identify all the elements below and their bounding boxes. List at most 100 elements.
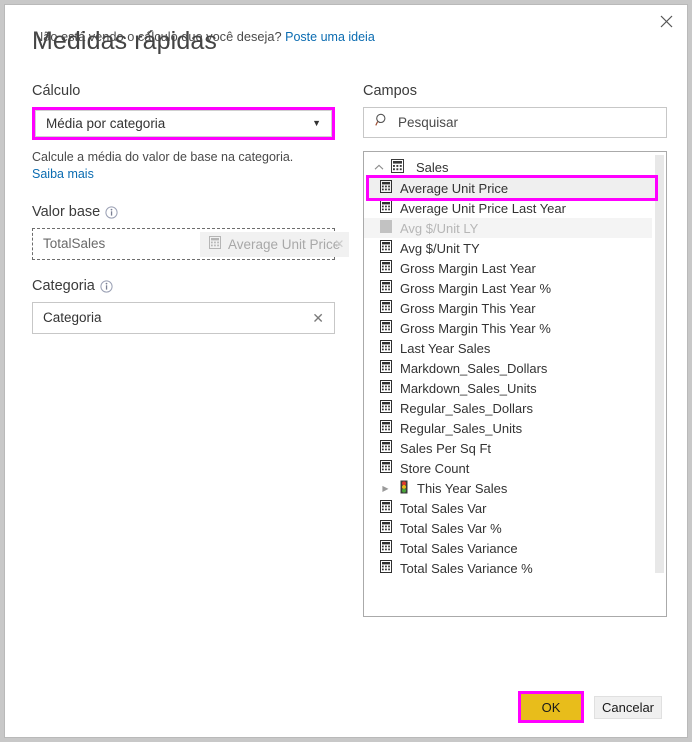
field-row[interactable]: Markdown_Sales_Units — [372, 378, 652, 398]
close-icon[interactable] — [645, 5, 687, 37]
measure-glyph — [380, 200, 392, 213]
category-label: Categoria — [32, 278, 335, 294]
field-row[interactable]: Gross Margin Last Year — [372, 258, 652, 278]
close-glyph — [660, 15, 672, 27]
field-label: Total Sales Variance % — [400, 560, 533, 576]
field-row[interactable]: Total Sales Var — [372, 498, 652, 518]
field-label: Avg $/Unit TY — [400, 240, 480, 256]
field-row[interactable]: Total Sales Variance — [372, 538, 652, 558]
field-row[interactable]: Markdown_Sales_Dollars — [372, 358, 652, 378]
measure-icon — [380, 400, 392, 416]
measure-glyph — [380, 460, 392, 473]
field-label: Total Sales Var — [400, 500, 487, 516]
field-label: Total Sales Var % — [400, 520, 502, 536]
field-row[interactable]: ▶ This Year Sales — [372, 478, 652, 498]
measure-glyph — [380, 540, 392, 553]
field-row[interactable]: Average Unit Price — [366, 175, 658, 201]
field-label: Total Sales Variance — [400, 540, 518, 556]
calculation-description-text: Calcule a média do valor de base na cate… — [32, 150, 294, 164]
measure-glyph — [380, 300, 392, 313]
measure-glyph — [380, 260, 392, 273]
field-label: Regular_Sales_Units — [400, 420, 523, 436]
field-rows-container: Average Unit Price Average Unit Price Las… — [364, 175, 666, 578]
search-input[interactable] — [398, 115, 655, 130]
field-row[interactable]: Avg $/Unit LY — [364, 218, 652, 238]
field-row[interactable]: Last Year Sales — [372, 338, 652, 358]
fields-panel-wrapper: Campos Pesquisar Sales Average Unit Pric… — [363, 83, 667, 617]
left-panel: Cálculo Média por categoria ▼ Calcule a … — [32, 83, 350, 334]
field-row[interactable]: Average Unit Price Last Year — [372, 198, 652, 218]
base-value-label: Valor base — [32, 204, 335, 220]
table-group-sales[interactable]: Sales — [364, 156, 666, 178]
info-icon[interactable] — [105, 206, 118, 219]
field-row[interactable]: Gross Margin This Year — [372, 298, 652, 318]
measure-icon — [380, 500, 392, 516]
calculation-dropdown[interactable]: Média por categoria ▼ — [35, 110, 332, 137]
learn-more-link[interactable]: Saiba mais — [32, 167, 94, 181]
measure-glyph — [380, 420, 392, 433]
measure-icon — [380, 280, 392, 296]
measure-glyph — [380, 520, 392, 533]
measure-icon — [380, 240, 392, 256]
base-value-dropzone[interactable]: TotalSales Average Unit Price ✕ — [32, 227, 350, 260]
kpi-icon — [399, 480, 409, 497]
info-glyph — [100, 280, 113, 293]
info-icon[interactable] — [100, 280, 113, 293]
measure-glyph — [380, 380, 392, 393]
table-group-label: Sales — [416, 159, 449, 175]
field-label: Store Count — [400, 460, 470, 476]
quick-measures-dialog: Medidas rápidas Cálculo Média por catego… — [4, 4, 688, 738]
measure-icon — [380, 540, 392, 556]
chevron-right-icon[interactable]: ▶ — [380, 484, 391, 493]
measure-glyph — [380, 320, 392, 333]
search-box[interactable] — [363, 107, 667, 138]
field-row[interactable]: Total Sales Variance % — [372, 558, 652, 578]
field-label: This Year Sales — [417, 480, 508, 496]
clear-icon[interactable]: ✕ — [312, 311, 324, 325]
fields-label: Campos — [363, 83, 667, 99]
field-label: Gross Margin This Year % — [400, 320, 551, 336]
field-label: Gross Margin Last Year — [400, 260, 536, 276]
ok-button-highlight: OK — [518, 691, 584, 723]
measure-glyph — [380, 440, 392, 453]
field-row[interactable]: Gross Margin Last Year % — [372, 278, 652, 298]
field-label: Markdown_Sales_Units — [400, 380, 537, 396]
calculation-description: Calcule a média do valor de base na cate… — [32, 149, 335, 184]
table-glyph — [391, 158, 404, 173]
fields-label-text: Campos — [363, 83, 417, 99]
measure-icon — [380, 200, 392, 216]
field-label: Gross Margin This Year — [400, 300, 536, 316]
post-idea-link[interactable]: Poste uma ideia — [285, 30, 375, 44]
drag-ghost-average-unit-price: Average Unit Price ✕ — [200, 231, 350, 257]
field-row[interactable]: Total Sales Var % — [372, 518, 652, 538]
cancel-button[interactable]: Cancelar — [594, 696, 662, 719]
field-label: Average Unit Price Last Year — [400, 200, 566, 216]
chevron-up-glyph — [374, 164, 384, 170]
chevron-up-icon[interactable] — [373, 164, 385, 171]
measure-glyph — [380, 500, 392, 513]
calculation-label: Cálculo — [32, 83, 335, 99]
field-row[interactable]: Store Count — [372, 458, 652, 478]
measure-glyph — [380, 280, 392, 293]
field-row[interactable]: Gross Margin This Year % — [372, 318, 652, 338]
field-row[interactable]: Sales Per Sq Ft — [372, 438, 652, 458]
measure-icon — [380, 560, 392, 576]
category-field[interactable]: Categoria ✕ — [32, 301, 335, 334]
field-row[interactable]: Regular_Sales_Units — [372, 418, 652, 438]
table-icon — [391, 158, 404, 176]
measure-glyph — [380, 240, 392, 253]
category-value: Categoria — [43, 310, 102, 325]
measure-glyph — [380, 220, 392, 233]
field-row[interactable]: Regular_Sales_Dollars — [372, 398, 652, 418]
measure-icon — [380, 340, 392, 356]
field-label: Gross Margin Last Year % — [400, 280, 552, 296]
measure-glyph — [380, 180, 392, 193]
calculation-label-text: Cálculo — [32, 83, 81, 99]
field-row[interactable]: Avg $/Unit TY — [372, 238, 652, 258]
fields-scrollbar[interactable] — [655, 155, 664, 573]
field-label: Avg $/Unit LY — [400, 220, 479, 236]
ok-button[interactable]: OK — [521, 694, 581, 720]
search-icon — [375, 113, 389, 132]
